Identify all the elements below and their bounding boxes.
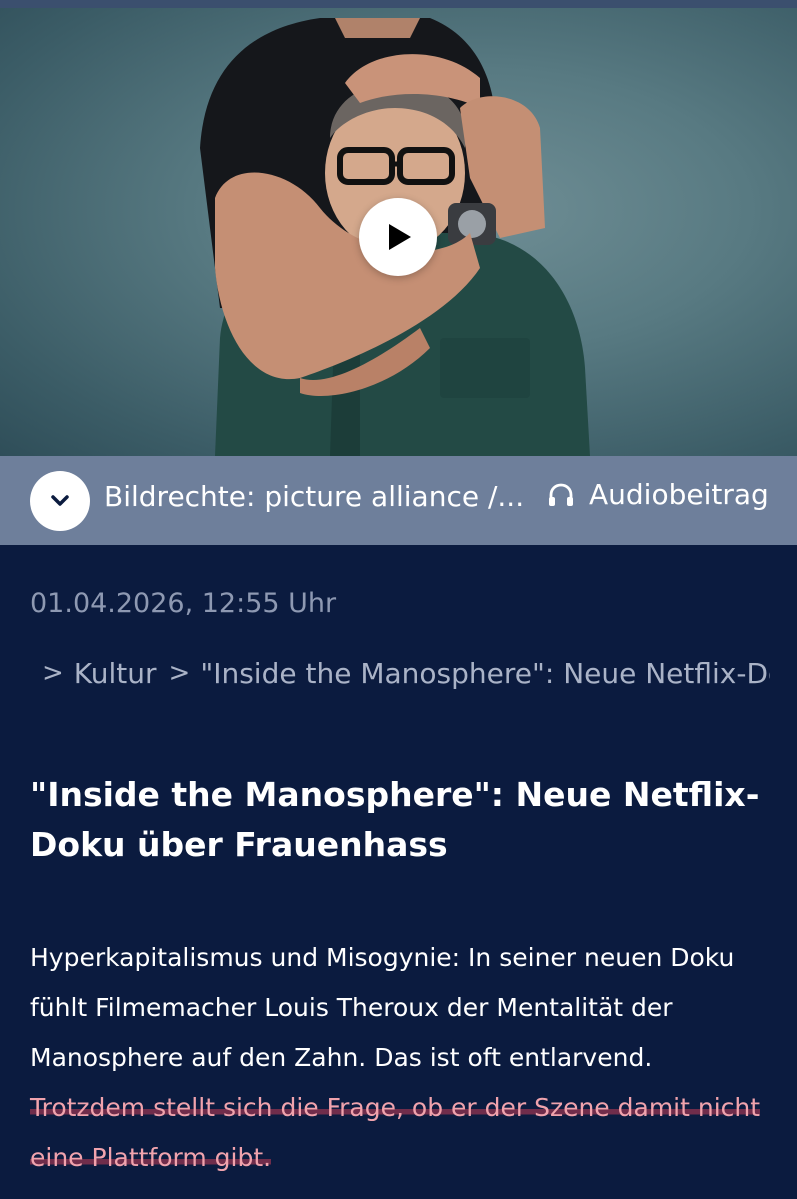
breadcrumb-item-kultur[interactable]: Kultur xyxy=(74,657,157,690)
teaser-highlight: Trotzdem stellt sich die Frage, ob er de… xyxy=(30,1093,761,1172)
play-icon xyxy=(389,224,411,250)
top-status-strip xyxy=(0,0,797,8)
headphones-icon xyxy=(549,483,573,506)
breadcrumb-separator: > xyxy=(42,658,64,688)
chevron-down-icon xyxy=(51,495,69,506)
audio-link[interactable]: Audiobeitrag xyxy=(547,478,769,511)
teaser-text: Hyperkapitalismus und Misogynie: In sein… xyxy=(30,943,735,1072)
audio-label: Audiobeitrag xyxy=(589,478,769,511)
expand-caption-button[interactable] xyxy=(30,471,90,531)
image-caption-bar: Bildrechte: picture alliance /... Audiob… xyxy=(0,456,797,545)
breadcrumb-item-current[interactable]: "Inside the Manosphere": Neue Netflix-Do… xyxy=(200,657,770,690)
article-content: 01.04.2026, 12:55 Uhr > Kultur > "Inside… xyxy=(0,545,797,1199)
breadcrumb-separator: > xyxy=(168,658,191,688)
hero-video[interactable] xyxy=(0,8,797,456)
article-headline: "Inside the Manosphere": Neue Netflix-Do… xyxy=(30,775,760,864)
breadcrumb: > Kultur > "Inside the Manosphere": Neue… xyxy=(30,655,770,691)
image-credit: Bildrechte: picture alliance /... xyxy=(104,480,525,513)
play-button[interactable] xyxy=(359,198,437,276)
article-teaser: Hyperkapitalismus und Misogynie: In sein… xyxy=(30,933,775,1183)
publish-date: 01.04.2026, 12:55 Uhr xyxy=(30,588,337,619)
